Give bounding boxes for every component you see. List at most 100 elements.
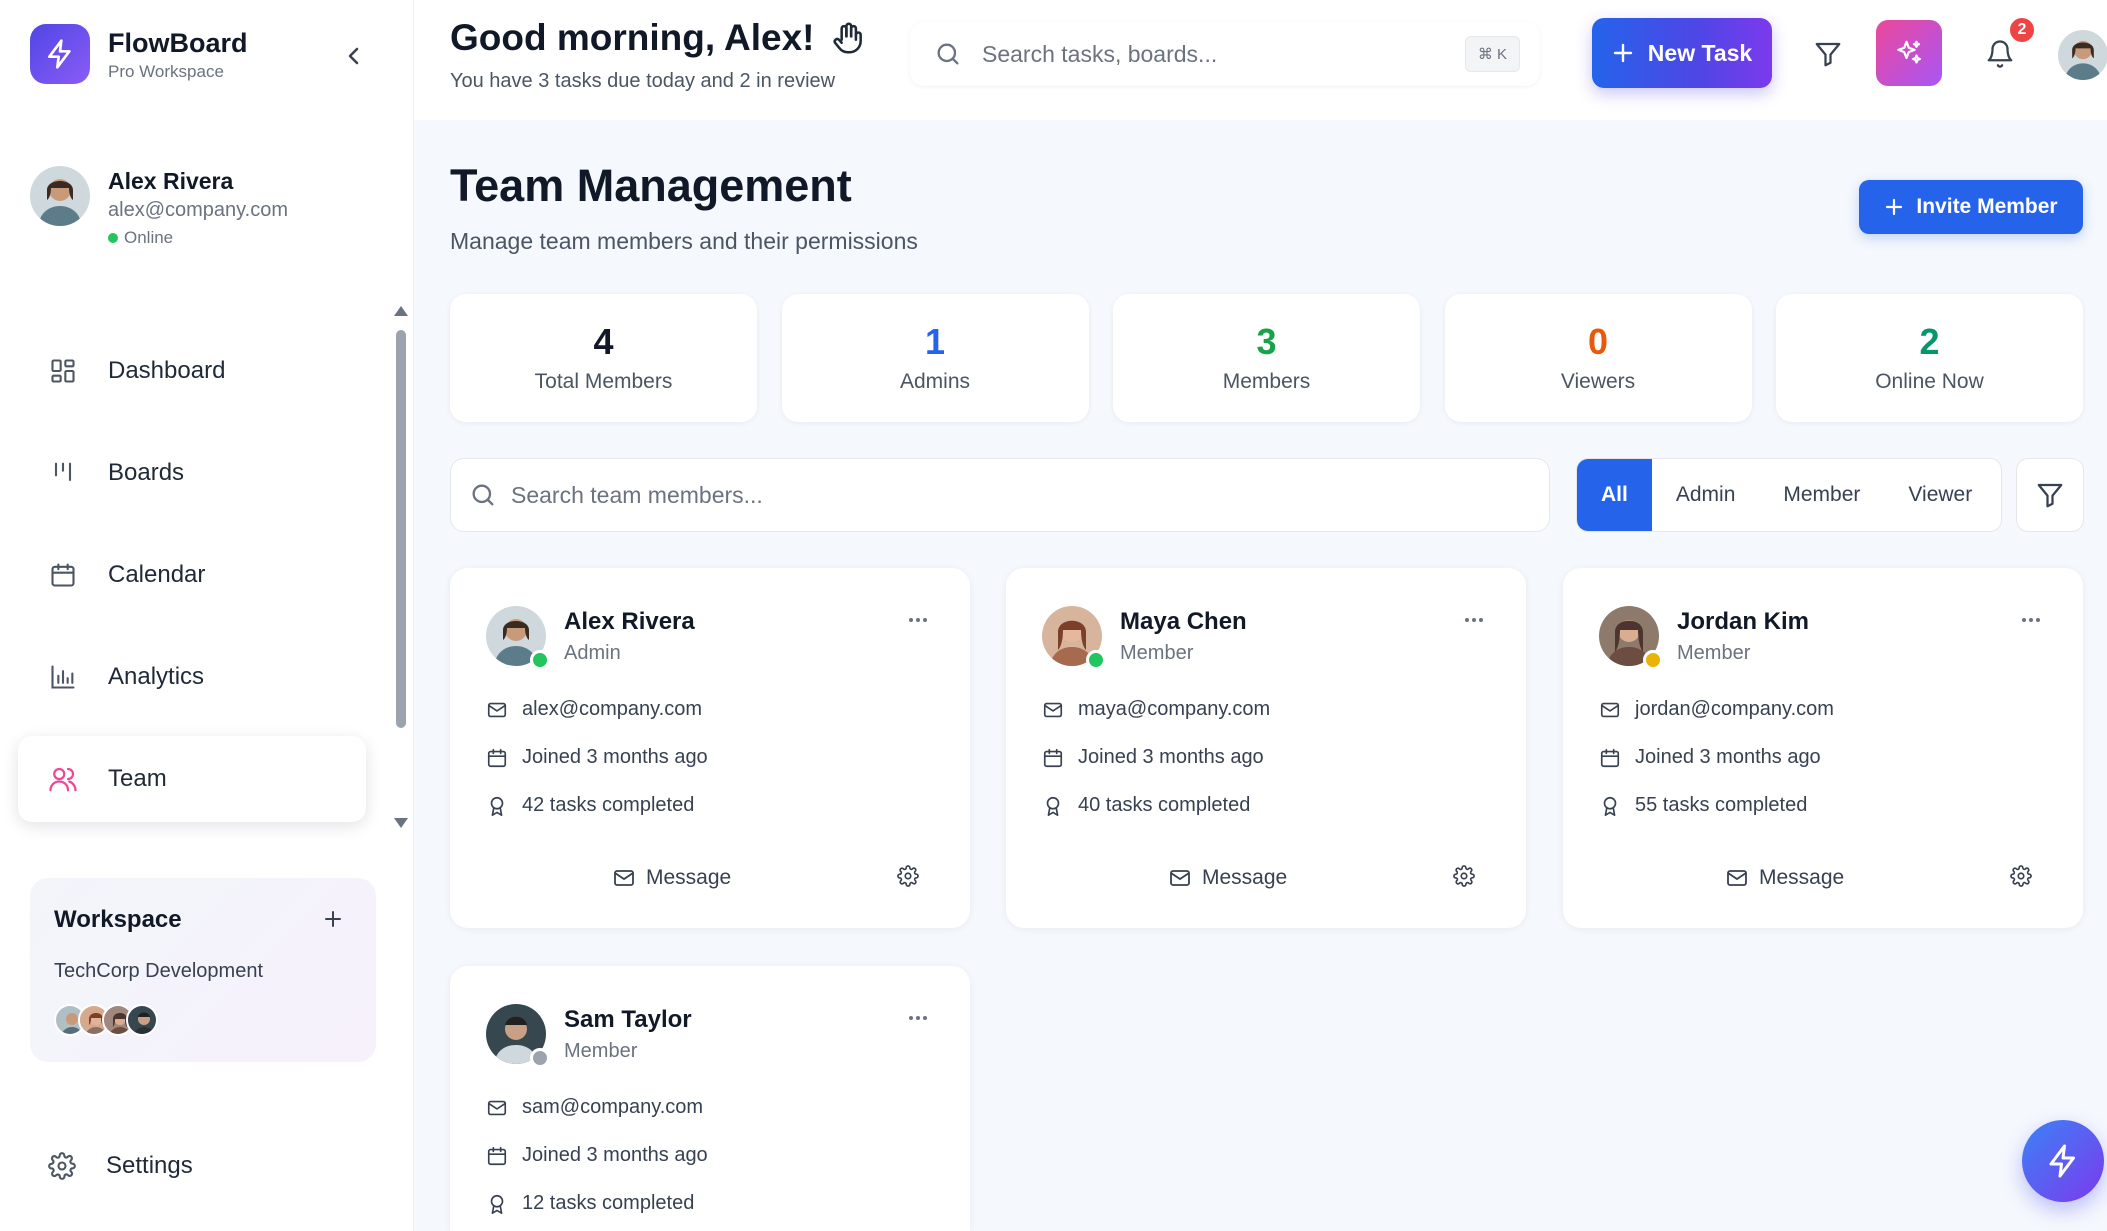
message-button[interactable]: Message — [1725, 860, 1844, 896]
waving-hand-icon — [829, 19, 867, 57]
grid-icon — [48, 356, 78, 386]
member-joined-row: Joined 3 months ago — [486, 1144, 708, 1167]
sidebar-item-dashboard[interactable]: Dashboard — [18, 328, 366, 414]
member-email: jordan@company.com — [1635, 698, 1834, 720]
member-role: Member — [564, 1040, 638, 1062]
member-settings-button[interactable] — [2009, 864, 2033, 888]
calendar-icon — [1043, 748, 1063, 767]
member-tasks: 40 tasks completed — [1078, 794, 1251, 816]
sidebar-item-settings[interactable]: Settings — [48, 1152, 193, 1180]
ellipsis-icon — [909, 1016, 927, 1020]
role-tab-all[interactable]: All — [1577, 459, 1652, 531]
member-card: Jordan Kim Member jordan@company.com Joi… — [1563, 568, 2083, 928]
mail-icon — [1600, 702, 1620, 717]
workspace-avatars[interactable] — [54, 1004, 158, 1036]
global-search-input[interactable]: Search tasks, boards... ⌘ K — [910, 22, 1540, 86]
gear-icon — [48, 1152, 76, 1180]
more-options-button[interactable] — [906, 608, 930, 632]
user-email: alex@company.com — [108, 199, 288, 221]
sidebar: FlowBoard Pro Workspace Alex Rivera alex… — [0, 0, 414, 1231]
role-tab-viewer[interactable]: Viewer — [1884, 459, 1996, 531]
member-joined: Joined 3 months ago — [1635, 746, 1821, 768]
chevron-left-icon — [348, 47, 359, 65]
member-tasks: 42 tasks completed — [522, 794, 695, 816]
stat-label: Members — [1222, 370, 1311, 393]
sidebar-item-label: Boards — [108, 459, 185, 486]
member-settings-button[interactable] — [896, 864, 920, 888]
online-dot-icon — [108, 233, 118, 243]
lightning-icon — [2049, 1144, 2075, 1178]
calendar-icon — [1600, 748, 1620, 767]
message-label: Message — [1202, 866, 1288, 889]
new-task-button[interactable]: New Task — [1592, 18, 1772, 88]
sidebar-item-analytics[interactable]: Analytics — [18, 634, 366, 720]
sidebar-item-calendar[interactable]: Calendar — [18, 532, 366, 618]
award-icon — [1603, 796, 1617, 816]
filter-icon — [2037, 483, 2063, 508]
member-name: Maya Chen — [1120, 608, 1247, 635]
award-icon — [1046, 796, 1060, 816]
more-options-button[interactable] — [906, 1006, 930, 1030]
member-search-input[interactable]: Search team members... — [450, 458, 1550, 532]
mail-icon — [614, 870, 634, 886]
sidebar-item-label: Analytics — [108, 663, 205, 690]
stat-card-total-members: 4 Total Members — [450, 294, 757, 422]
calendar-icon — [487, 748, 507, 767]
ellipsis-icon — [909, 618, 927, 622]
member-filter-button[interactable] — [2016, 458, 2084, 532]
member-settings-button[interactable] — [1452, 864, 1476, 888]
page-title: Team Management — [450, 160, 852, 211]
member-role: Member — [1120, 642, 1194, 664]
stat-label: Total Members — [534, 370, 673, 393]
message-button[interactable]: Message — [612, 860, 731, 896]
sidebar-nav: Dashboard Boards Calendar Analytics Team — [18, 328, 366, 838]
add-workspace-button[interactable] — [320, 906, 346, 932]
role-tab-member[interactable]: Member — [1759, 459, 1884, 531]
ai-assistant-button[interactable] — [1876, 20, 1942, 86]
stat-label: Admins — [899, 370, 971, 393]
member-search-placeholder: Search team members... — [511, 481, 763, 508]
sidebar-item-boards[interactable]: Boards — [18, 430, 366, 516]
member-name: Jordan Kim — [1677, 608, 1810, 635]
member-joined-row: Joined 3 months ago — [486, 746, 708, 769]
collapse-sidebar-button[interactable] — [340, 42, 368, 70]
invite-member-label: Invite Member — [1916, 195, 2058, 218]
filter-button[interactable] — [1808, 34, 1848, 74]
bar-chart-icon — [48, 662, 78, 692]
role-tab-admin[interactable]: Admin — [1652, 459, 1760, 531]
top-header: Good morning, Alex! You have 3 tasks due… — [414, 0, 2107, 120]
user-avatar-button[interactable] — [2058, 30, 2107, 80]
member-tasks-row: 55 tasks completed — [1599, 794, 1807, 817]
quick-action-button[interactable] — [2022, 1120, 2104, 1202]
workspace-title: Workspace — [54, 906, 182, 933]
shortcut-hint: ⌘ K — [1464, 36, 1520, 72]
scroll-up-arrow-icon[interactable] — [394, 306, 408, 316]
award-icon — [490, 796, 504, 816]
more-options-button[interactable] — [1462, 608, 1486, 632]
stat-label: Viewers — [1560, 370, 1636, 393]
stat-card-members: 3 Members — [1113, 294, 1420, 422]
user-name: Alex Rivera — [108, 168, 234, 194]
mail-icon — [1727, 870, 1747, 886]
search-placeholder: Search tasks, boards... — [982, 40, 1218, 67]
user-status: Online — [108, 228, 288, 248]
user-profile[interactable]: Alex Rivera alex@company.com Online — [30, 166, 288, 248]
member-email-row: maya@company.com — [1042, 698, 1270, 721]
member-email-row: jordan@company.com — [1599, 698, 1834, 721]
page-subtitle: Manage team members and their permission… — [450, 228, 918, 254]
brand[interactable]: FlowBoard Pro Workspace — [30, 24, 248, 84]
sidebar-item-team[interactable]: Team — [18, 736, 366, 822]
scrollbar-thumb[interactable] — [396, 330, 406, 728]
plus-icon — [1886, 198, 1903, 216]
user-status-label: Online — [124, 228, 174, 247]
member-joined: Joined 3 months ago — [522, 746, 708, 768]
member-joined-row: Joined 3 months ago — [1599, 746, 1821, 769]
member-tasks: 55 tasks completed — [1635, 794, 1808, 816]
member-email: maya@company.com — [1078, 698, 1271, 720]
search-icon — [469, 481, 497, 509]
message-button[interactable]: Message — [1168, 860, 1287, 896]
more-options-button[interactable] — [2019, 608, 2043, 632]
greeting-subtitle: You have 3 tasks due today and 2 in revi… — [450, 70, 836, 92]
invite-member-button[interactable]: Invite Member — [1859, 180, 2083, 234]
scroll-down-arrow-icon[interactable] — [394, 818, 408, 828]
